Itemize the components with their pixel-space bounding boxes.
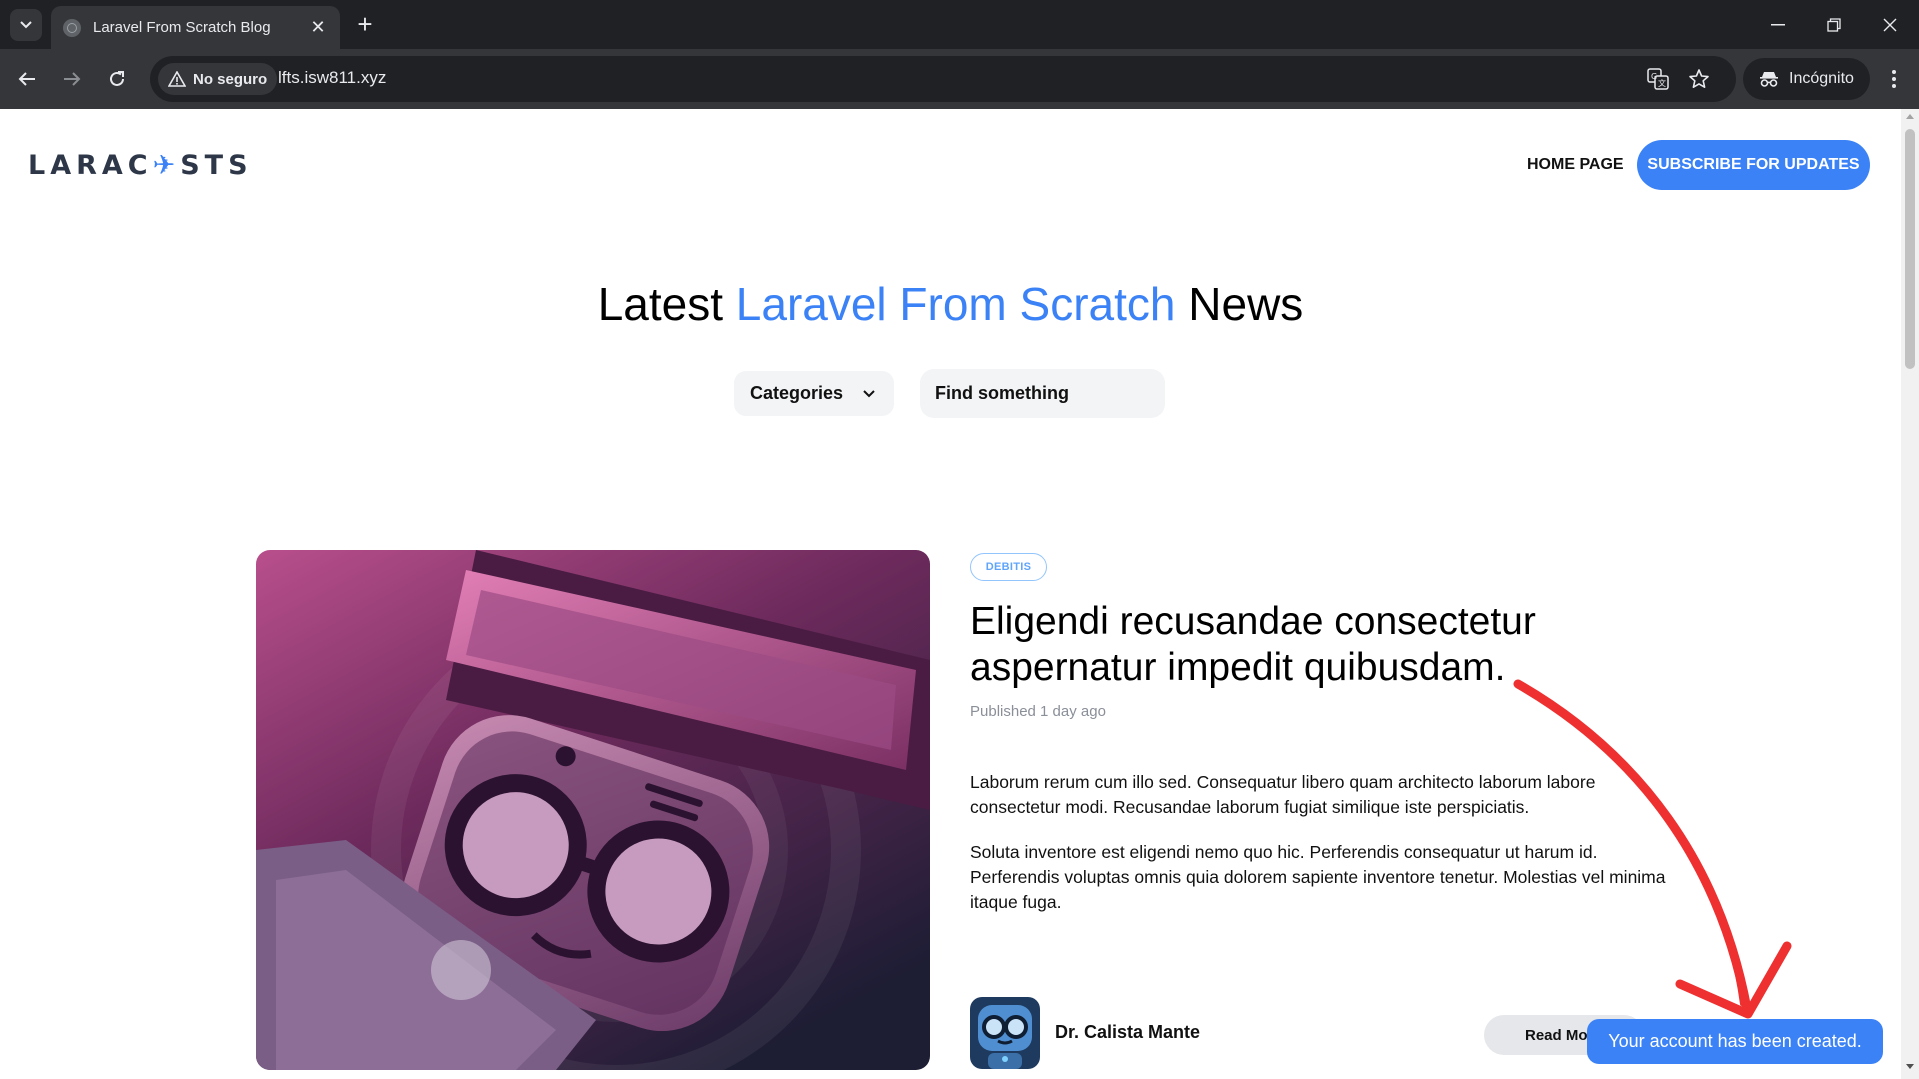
scroll-down-arrow-icon[interactable] <box>1906 1064 1914 1069</box>
reload-icon <box>110 71 124 86</box>
categories-label: Categories <box>750 383 844 403</box>
chevron-down-icon <box>20 21 32 29</box>
arrow-right-icon <box>64 72 81 86</box>
forward-button[interactable] <box>56 63 88 95</box>
tab-title: Laravel From Scratch Blog <box>93 19 271 36</box>
category-badge[interactable]: DEBITIS <box>970 553 1047 581</box>
tab-search-button[interactable] <box>10 9 42 41</box>
svg-text:文: 文 <box>1658 78 1666 88</box>
close-icon[interactable]: ✕ <box>308 17 328 38</box>
incognito-label: Incógnito <box>1789 70 1854 87</box>
translate-icon[interactable]: G文 <box>1646 67 1670 91</box>
author-name[interactable]: Dr. Calista Mante <box>1055 1022 1200 1043</box>
site-info-chip[interactable]: No seguro <box>158 63 278 95</box>
close-window-button[interactable] <box>1870 10 1910 40</box>
nav-home-link[interactable]: HOME PAGE <box>1527 156 1624 174</box>
categories-dropdown[interactable]: Categories <box>734 371 894 416</box>
laracasts-logo[interactable]: LARAC✈STS <box>28 150 253 181</box>
incognito-profile-button[interactable]: Incógnito <box>1743 58 1870 100</box>
incognito-icon <box>1760 72 1778 87</box>
security-label: No seguro <box>193 70 268 88</box>
logo-text-end: STS <box>180 150 253 181</box>
svg-text:G: G <box>1651 72 1657 81</box>
subscribe-button[interactable]: SUBSCRIBE FOR UPDATES <box>1637 140 1870 190</box>
restore-button[interactable] <box>1814 10 1854 40</box>
minimize-button[interactable] <box>1758 10 1798 40</box>
scroll-up-arrow-icon[interactable] <box>1906 114 1914 119</box>
page-title: Latest Laravel From Scratch News <box>0 277 1901 331</box>
search-input[interactable] <box>920 369 1165 418</box>
author-avatar <box>970 997 1040 1069</box>
chevron-down-icon <box>863 390 875 398</box>
arrow-left-icon <box>18 72 35 86</box>
post-thumbnail[interactable] <box>256 550 930 1070</box>
title-accent: Laravel From Scratch <box>735 278 1176 330</box>
minimize-icon <box>1771 24 1785 26</box>
title-post: News <box>1188 278 1304 330</box>
globe-icon <box>63 18 81 37</box>
reload-button[interactable] <box>101 63 133 95</box>
browser-tabstrip: Laravel From Scratch Blog ✕ + <box>0 0 1919 49</box>
browser-menu-button[interactable] <box>1878 63 1910 95</box>
toast-notification: Your account has been created. <box>1587 1019 1883 1064</box>
back-button[interactable] <box>11 63 43 95</box>
close-icon <box>1883 18 1897 32</box>
logo-mark-icon: ✈ <box>152 150 181 181</box>
title-pre: Latest <box>597 278 723 330</box>
logo-text-start: LARAC <box>28 150 153 181</box>
more-vertical-icon <box>1892 70 1896 88</box>
browser-tab[interactable]: Laravel From Scratch Blog ✕ <box>51 6 340 49</box>
address-bar[interactable]: No seguro lfts.isw811.xyz G文 <box>150 56 1736 102</box>
page-scrollbar[interactable] <box>1901 109 1919 1079</box>
bookmark-star-icon[interactable] <box>1687 67 1711 91</box>
restore-icon <box>1827 18 1841 32</box>
scrollbar-thumb[interactable] <box>1905 129 1915 369</box>
post-published-date: Published 1 day ago <box>970 703 1106 720</box>
url-text[interactable]: lfts.isw811.xyz <box>278 68 386 88</box>
web-page: LARAC✈STS HOME PAGE SUBSCRIBE FOR UPDATE… <box>0 109 1901 1079</box>
warning-icon <box>168 71 186 87</box>
new-tab-button[interactable]: + <box>352 11 378 38</box>
browser-toolbar: No seguro lfts.isw811.xyz G文 Incógnito <box>0 49 1919 109</box>
